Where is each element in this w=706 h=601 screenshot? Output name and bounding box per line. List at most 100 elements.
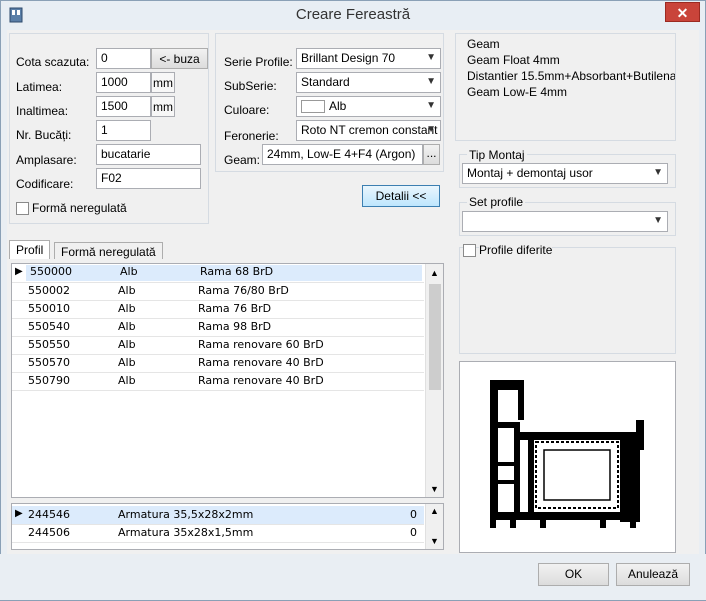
serie-select[interactable]: Brillant Design 70 ▼ <box>296 48 441 69</box>
row-selector-icon: ▶ <box>15 266 23 277</box>
geam-line-1: Geam Float 4mm <box>467 53 560 67</box>
scroll-thumb[interactable] <box>429 284 441 390</box>
table-cell: Alb <box>116 265 202 281</box>
table-cell: Rama 98 BrD <box>198 320 272 333</box>
buza-button[interactable]: <- buza <box>151 48 208 69</box>
chevron-down-icon: ▼ <box>426 76 436 87</box>
feronerie-select[interactable]: Roto NT cremon constant ▼ <box>296 120 441 141</box>
table-row[interactable]: 550550 Alb Rama renovare 60 BrD <box>12 336 424 355</box>
serie-value: Brillant Design 70 <box>301 51 396 65</box>
profile-diferite-label: Profile diferite <box>479 243 553 257</box>
subserie-select[interactable]: Standard ▼ <box>296 72 441 93</box>
close-button[interactable]: ✕ <box>665 2 700 22</box>
culoare-select[interactable]: Alb ▼ <box>296 96 441 117</box>
profile-grid[interactable]: ▶ 550000 Alb Rama 68 BrD 550002 Alb Rama 76/80… <box>11 263 444 498</box>
table-cell: Armatura 35,5x28x2mm <box>118 508 254 521</box>
tip-montaj-label: Tip Montaj <box>467 148 527 162</box>
geam-input[interactable]: 24mm, Low-E 4+F4 (Argon) <box>262 144 423 165</box>
geam-browse-button[interactable]: ... <box>423 144 440 165</box>
cota-label: Cota scazuta: <box>16 55 90 69</box>
culoare-value: Alb <box>329 99 347 113</box>
cota-input[interactable]: 0 <box>96 48 151 69</box>
nr-input[interactable]: 1 <box>96 120 151 141</box>
subserie-label: SubSerie: <box>224 79 277 93</box>
table-row[interactable]: 244506 Armatura 35x28x1,5mm 0 <box>12 524 424 543</box>
table-cell: Rama 68 BrD <box>196 265 422 281</box>
table-cell: 244506 <box>28 526 70 539</box>
profile-image <box>459 361 676 553</box>
table-cell: Alb <box>118 302 136 315</box>
table-cell: Rama 76/80 BrD <box>198 284 289 297</box>
ok-button[interactable]: OK <box>538 563 609 586</box>
table-row[interactable]: ▶ 244546 Armatura 35,5x28x2mm 0 <box>12 506 424 525</box>
window-title: Creare Fereastră <box>295 6 411 23</box>
chevron-down-icon[interactable]: ▼ <box>430 484 439 494</box>
chevron-down-icon: ▼ <box>426 124 436 135</box>
table-cell: 0 <box>410 508 417 521</box>
chevron-up-icon[interactable]: ▲ <box>430 268 439 278</box>
serie-label: Serie Profile: <box>224 55 293 69</box>
latimea-unit: mm <box>151 72 175 93</box>
codificare-input[interactable]: F02 <box>96 168 201 189</box>
table-cell: Alb <box>118 338 136 351</box>
latimea-input[interactable]: 1000 <box>96 72 151 93</box>
table-cell: 550010 <box>28 302 70 315</box>
geam-label: Geam: <box>224 153 261 167</box>
table-row[interactable]: 550002 Alb Rama 76/80 BrD <box>12 282 424 301</box>
forma-checkbox[interactable] <box>16 202 29 215</box>
table-cell: 550790 <box>28 374 70 387</box>
set-profile-label: Set profile <box>467 195 526 209</box>
tab-forma-neregulata[interactable]: Formă neregulată <box>54 242 163 259</box>
table-cell: Armatura 35x28x1,5mm <box>118 526 254 539</box>
armatura-grid[interactable]: ▶ 244546 Armatura 35,5x28x2mm 0 244506 Armatu… <box>11 503 444 550</box>
geam-line-2: Distantier 15.5mm+Absorbant+Butilena AR <box>467 69 675 83</box>
subserie-value: Standard <box>301 75 350 89</box>
nr-label: Nr. Bucăți: <box>16 128 72 142</box>
table-row[interactable]: 550790 Alb Rama renovare 40 BrD <box>12 372 424 391</box>
profile-scrollbar[interactable]: ▲ ▼ <box>425 264 443 497</box>
table-cell: 550540 <box>28 320 70 333</box>
table-row[interactable]: ▶ 550000 Alb Rama 68 BrD <box>12 264 424 283</box>
table-cell: Rama renovare 60 BrD <box>198 338 324 351</box>
tip-montaj-value: Montaj + demontaj usor <box>467 166 593 180</box>
cancel-button[interactable]: Anulează <box>616 563 690 586</box>
table-cell: Rama renovare 40 BrD <box>198 356 324 369</box>
table-cell: 550000 <box>26 265 122 281</box>
chevron-down-icon: ▼ <box>653 215 663 226</box>
profile-diferite-checkbox[interactable] <box>463 244 476 257</box>
table-cell: Alb <box>118 320 136 333</box>
amplasare-input[interactable]: bucatarie <box>96 144 201 165</box>
codificare-label: Codificare: <box>16 177 74 191</box>
table-row[interactable]: 550570 Alb Rama renovare 40 BrD <box>12 354 424 373</box>
inaltimea-input[interactable]: 1500 <box>96 96 151 117</box>
inaltimea-label: Inaltimea: <box>16 104 69 118</box>
armatura-scrollbar[interactable]: ▲ ▼ <box>425 504 443 549</box>
table-cell: 244546 <box>28 508 70 521</box>
window-profile-section-icon <box>490 380 644 528</box>
feronerie-label: Feronerie: <box>224 129 279 143</box>
geam-line-3: Geam Low-E 4mm <box>467 85 568 99</box>
table-cell: 0 <box>410 526 417 539</box>
tip-montaj-select[interactable]: Montaj + demontaj usor ▼ <box>462 163 668 184</box>
table-cell: Rama renovare 40 BrD <box>198 374 324 387</box>
profile-diferite-group <box>459 247 676 354</box>
table-cell: 550570 <box>28 356 70 369</box>
color-swatch-icon <box>301 100 325 114</box>
amplasare-label: Amplasare: <box>16 153 77 167</box>
row-selector-icon: ▶ <box>15 508 23 519</box>
tab-profil[interactable]: Profil <box>9 240 51 259</box>
forma-checkbox-label: Formă neregulată <box>32 201 127 215</box>
chevron-down-icon: ▼ <box>653 167 663 178</box>
detalii-button[interactable]: Detalii << <box>362 185 440 207</box>
table-row[interactable]: 550540 Alb Rama 98 BrD <box>12 318 424 337</box>
latimea-label: Latimea: <box>16 80 63 94</box>
table-cell: 550550 <box>28 338 70 351</box>
chevron-down-icon: ▼ <box>426 52 436 63</box>
table-cell: Alb <box>118 284 136 297</box>
table-row[interactable]: 550010 Alb Rama 76 BrD <box>12 300 424 319</box>
table-cell: Rama 76 BrD <box>198 302 272 315</box>
chevron-down-icon: ▼ <box>426 100 436 111</box>
chevron-up-icon[interactable]: ▲ <box>430 506 439 516</box>
chevron-down-icon[interactable]: ▼ <box>430 536 439 546</box>
set-profile-select[interactable]: ▼ <box>462 211 668 232</box>
